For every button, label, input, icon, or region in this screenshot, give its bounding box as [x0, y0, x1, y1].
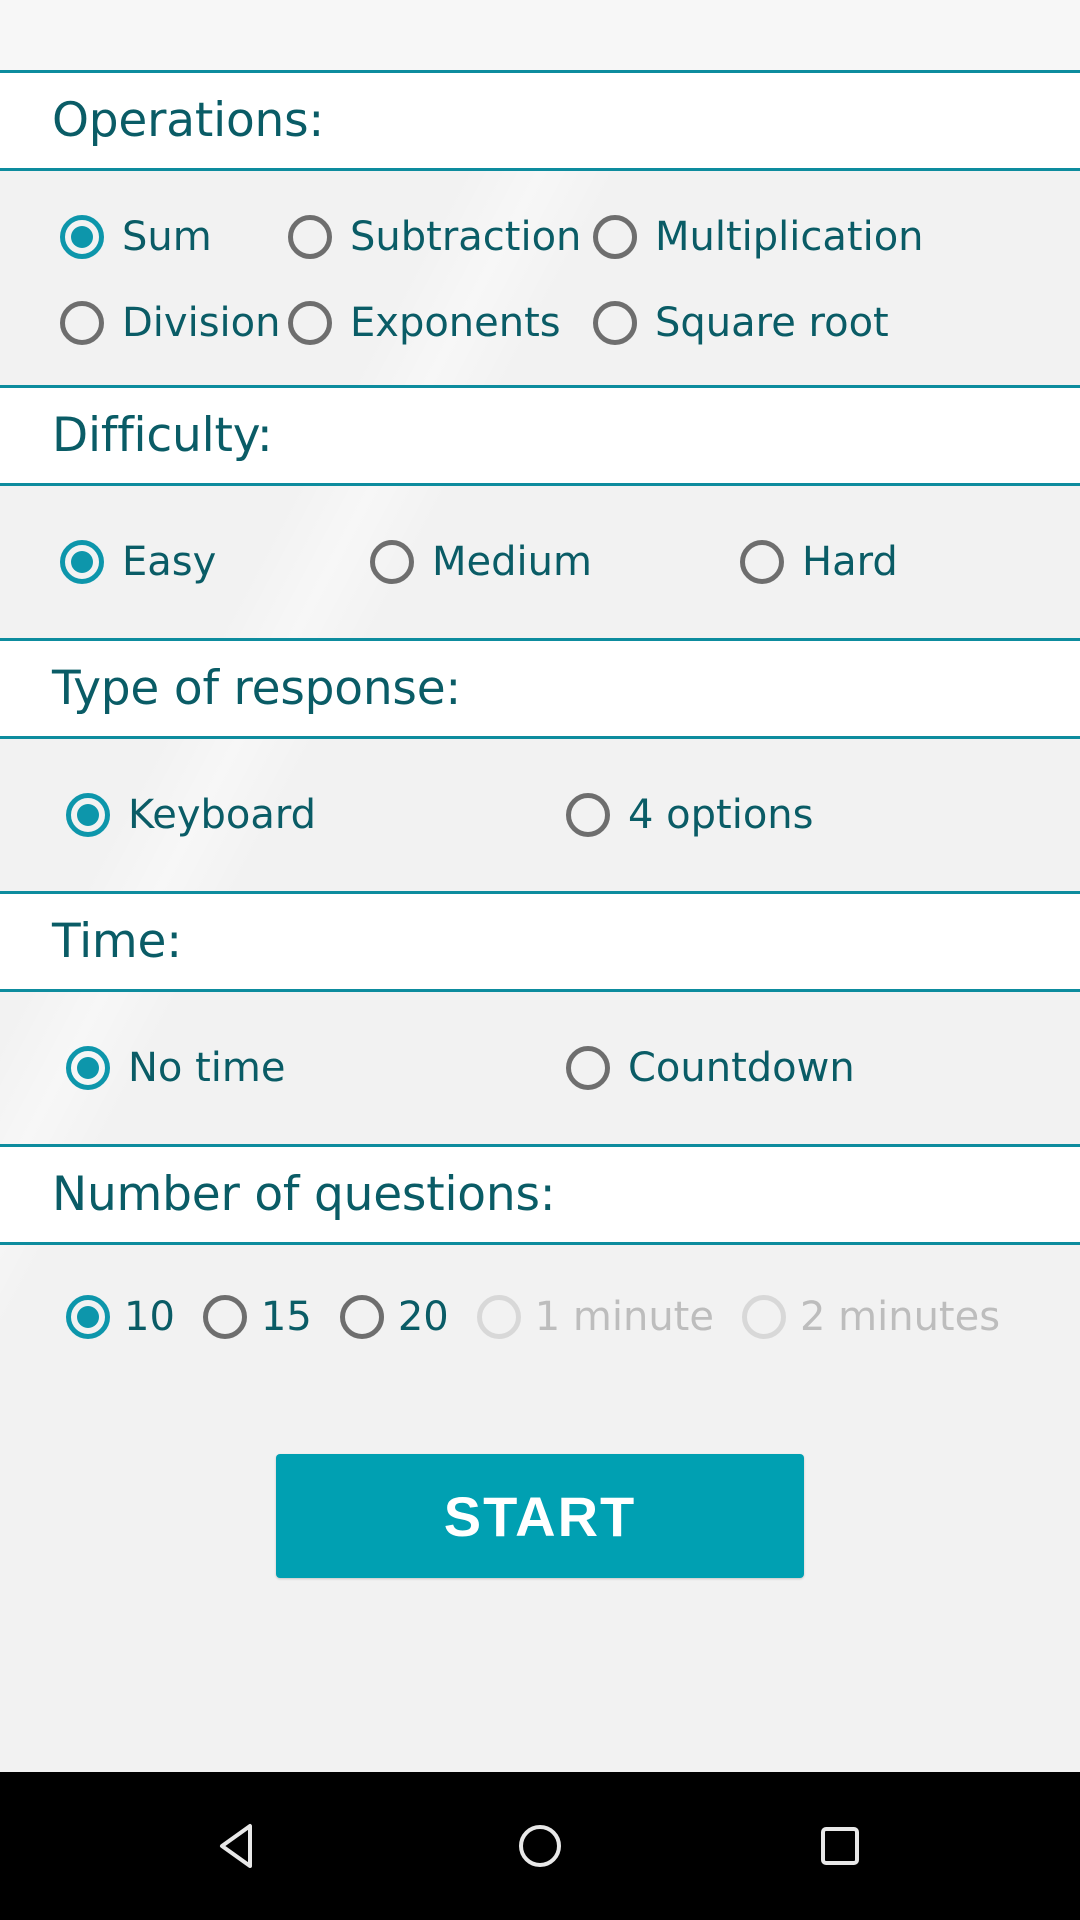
- radio-icon[interactable]: [288, 301, 332, 345]
- section-title-difficulty: Difficulty:: [52, 408, 273, 463]
- option-group-type-of-response: Keyboard 4 options: [0, 739, 1080, 891]
- radio-icon[interactable]: [60, 540, 104, 584]
- section-header-operations: Operations:: [0, 70, 1080, 171]
- option-row: 10 15 20 1 minute 2 minutes: [0, 1295, 1080, 1339]
- radio-icon[interactable]: [66, 793, 110, 837]
- option-group-time: No time Countdown: [0, 992, 1080, 1144]
- radio-label: Countdown: [628, 1045, 855, 1091]
- radio-icon[interactable]: [566, 1046, 610, 1090]
- option-row: Easy Medium Hard: [0, 540, 1080, 584]
- back-icon[interactable]: [180, 1786, 300, 1906]
- radio-label: 10: [124, 1294, 175, 1340]
- radio-option-4-options[interactable]: 4 options: [566, 793, 814, 837]
- radio-option-2-minutes: 2 minutes: [741, 1294, 1001, 1340]
- radio-icon[interactable]: [339, 1295, 384, 1339]
- section-title-number-of-questions: Number of questions:: [52, 1167, 556, 1222]
- radio-icon[interactable]: [370, 540, 414, 584]
- section-header-time: Time:: [0, 891, 1080, 992]
- section-header-number-of-questions: Number of questions:: [0, 1144, 1080, 1245]
- radio-label: 20: [397, 1294, 449, 1340]
- radio-option-hard[interactable]: Hard: [740, 540, 898, 584]
- option-row: Sum Subtraction Multiplication: [0, 215, 1080, 259]
- radio-label: 4 options: [628, 792, 814, 838]
- radio-option-10[interactable]: 10: [66, 1295, 175, 1339]
- option-row: Division Exponents Square root: [0, 301, 1080, 345]
- radio-label: Square root: [655, 300, 889, 346]
- radio-label: Subtraction: [350, 214, 582, 260]
- radio-icon[interactable]: [60, 301, 104, 345]
- radio-icon[interactable]: [66, 1295, 110, 1339]
- section-title-type-of-response: Type of response:: [52, 661, 462, 716]
- radio-icon: [476, 1295, 521, 1339]
- radio-icon[interactable]: [66, 1046, 110, 1090]
- radio-option-no-time[interactable]: No time: [66, 1046, 566, 1090]
- radio-label: 2 minutes: [799, 1294, 1001, 1340]
- home-icon[interactable]: [480, 1786, 600, 1906]
- radio-icon[interactable]: [566, 793, 610, 837]
- radio-label: 15: [260, 1294, 312, 1340]
- option-row: No time Countdown: [0, 1046, 1080, 1090]
- radio-option-sum[interactable]: Sum: [60, 215, 288, 259]
- radio-option-exponents[interactable]: Exponents: [288, 301, 593, 345]
- radio-icon: [741, 1295, 786, 1339]
- radio-label: Hard: [802, 539, 898, 585]
- radio-option-multiplication[interactable]: Multiplication: [593, 215, 924, 259]
- radio-label: No time: [128, 1045, 286, 1091]
- option-group-difficulty: Easy Medium Hard: [0, 486, 1080, 638]
- radio-option-subtraction[interactable]: Subtraction: [288, 215, 593, 259]
- section-title-operations: Operations:: [52, 93, 325, 148]
- radio-icon[interactable]: [288, 215, 332, 259]
- start-button[interactable]: START: [276, 1454, 804, 1578]
- android-navigation-bar: [0, 1772, 1080, 1920]
- radio-label: Sum: [122, 214, 212, 260]
- radio-icon[interactable]: [593, 301, 637, 345]
- radio-label: Division: [122, 300, 281, 346]
- top-spacer: [0, 0, 1080, 70]
- option-group-number-of-questions: 10 15 20 1 minute 2 minutes: [0, 1245, 1080, 1339]
- option-group-operations: Sum Subtraction Multiplication Division: [0, 171, 1080, 385]
- radio-icon[interactable]: [740, 540, 784, 584]
- radio-option-countdown[interactable]: Countdown: [566, 1046, 855, 1090]
- radio-icon[interactable]: [202, 1295, 247, 1339]
- radio-option-medium[interactable]: Medium: [370, 540, 740, 584]
- recents-icon[interactable]: [780, 1786, 900, 1906]
- radio-label: Easy: [122, 539, 217, 585]
- radio-label: Medium: [432, 539, 592, 585]
- start-button-area: START: [0, 1339, 1080, 1772]
- radio-option-20[interactable]: 20: [339, 1294, 449, 1340]
- radio-option-15[interactable]: 15: [202, 1294, 312, 1340]
- radio-option-keyboard[interactable]: Keyboard: [66, 793, 566, 837]
- radio-label: 1 minute: [534, 1294, 714, 1340]
- radio-option-division[interactable]: Division: [60, 301, 288, 345]
- radio-label: Multiplication: [655, 214, 924, 260]
- radio-label: Exponents: [350, 300, 561, 346]
- section-header-type-of-response: Type of response:: [0, 638, 1080, 739]
- app-screen: Operations: Sum Subtraction Multiplicati…: [0, 0, 1080, 1920]
- radio-option-easy[interactable]: Easy: [60, 540, 370, 584]
- radio-option-square-root[interactable]: Square root: [593, 301, 889, 345]
- radio-icon[interactable]: [593, 215, 637, 259]
- radio-option-1-minute: 1 minute: [476, 1294, 714, 1340]
- section-header-difficulty: Difficulty:: [0, 385, 1080, 486]
- radio-label: Keyboard: [128, 792, 317, 838]
- section-title-time: Time:: [52, 914, 182, 969]
- option-row: Keyboard 4 options: [0, 793, 1080, 837]
- radio-icon[interactable]: [60, 215, 104, 259]
- settings-content: Operations: Sum Subtraction Multiplicati…: [0, 70, 1080, 1772]
